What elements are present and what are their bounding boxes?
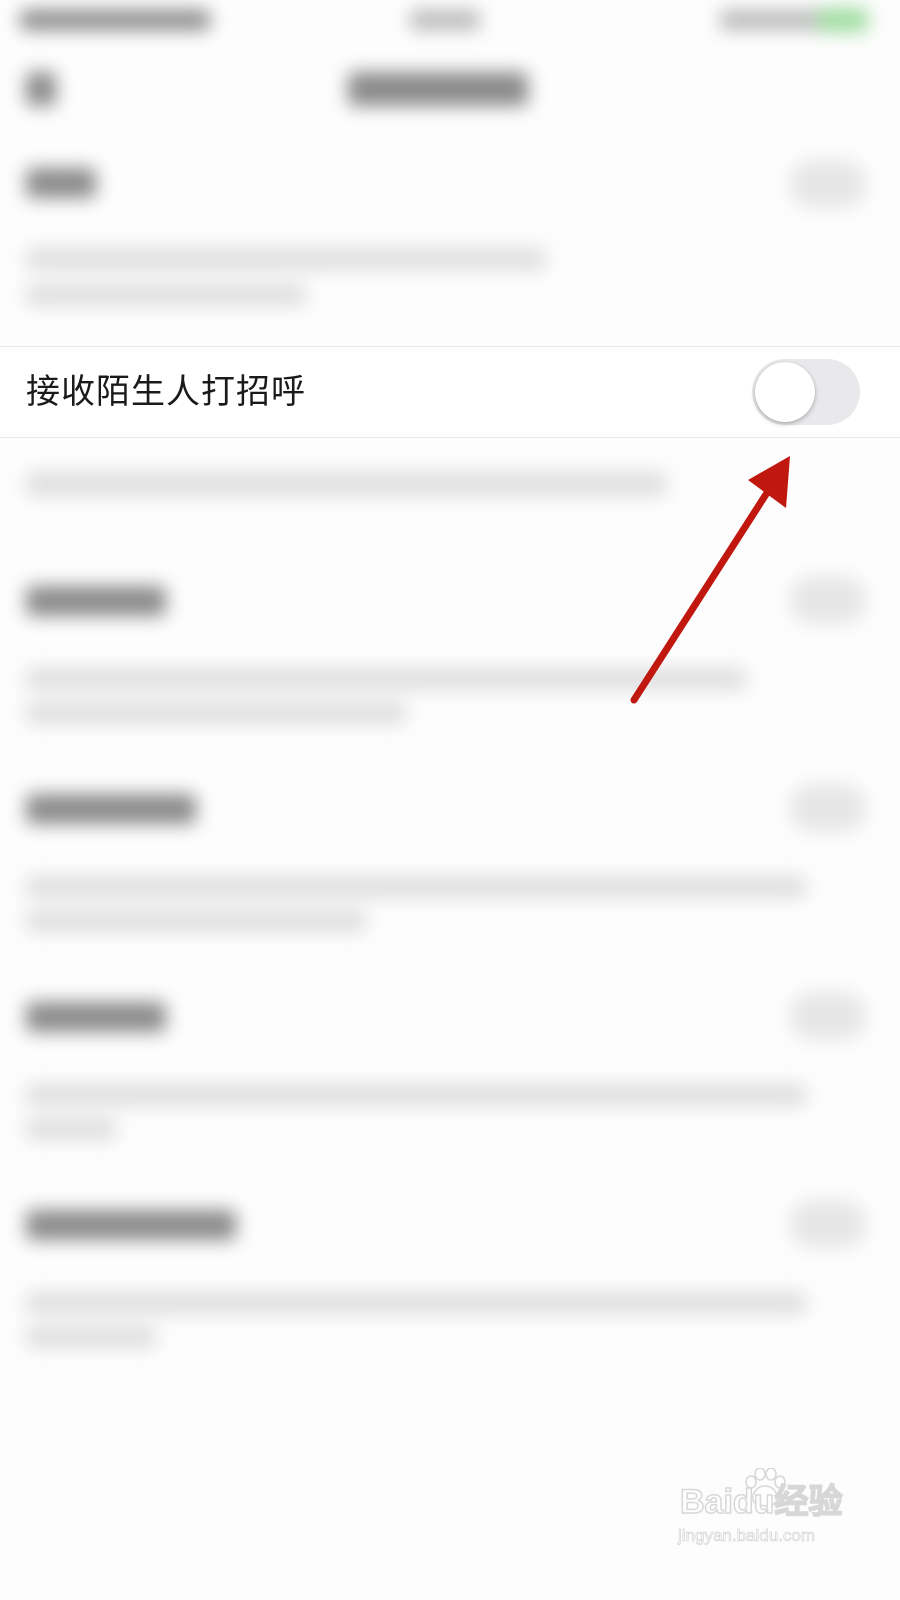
blurred-background <box>0 0 900 1600</box>
screen: 接收陌生人打招呼 Baidu经验 jingyan.baidu.com <box>0 0 900 1600</box>
receive-stranger-greetings-row: 接收陌生人打招呼 <box>0 346 900 438</box>
baidu-jingyan-watermark: Baidu经验 jingyan.baidu.com <box>672 1468 852 1558</box>
watermark-url: jingyan.baidu.com <box>678 1526 816 1546</box>
watermark-logo-text: Baidu经验 <box>679 1482 843 1522</box>
toggle-knob <box>755 362 815 422</box>
receive-stranger-greetings-toggle[interactable] <box>752 359 860 425</box>
receive-stranger-greetings-label: 接收陌生人打招呼 <box>26 372 306 412</box>
